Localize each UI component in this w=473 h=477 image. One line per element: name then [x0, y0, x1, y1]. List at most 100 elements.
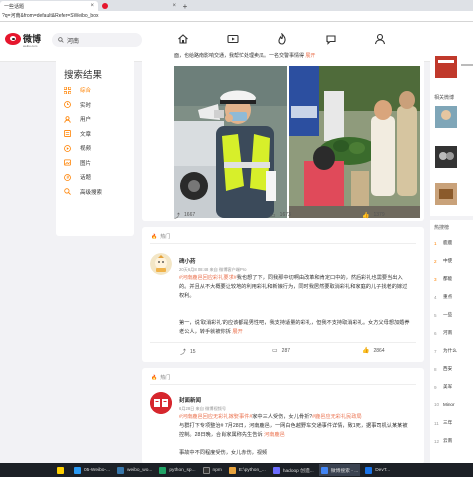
- topic-link[interactable]: #河南鹿邑回应无彩礼嫁娶事件#: [179, 414, 252, 420]
- hot-search-row[interactable]: 2 中使: [434, 258, 452, 264]
- expand-link[interactable]: 展开: [305, 53, 315, 59]
- hot-search-panel: 热搜榜 1 鹿鹿 2 中使 3 都能 4 重点 5 一些 6 河南 7 为什么 8 西安 9 美军…: [430, 220, 473, 465]
- close-tab-icon[interactable]: ×: [90, 3, 94, 9]
- hot-search-row[interactable]: 3 都能: [434, 276, 452, 282]
- play-icon: [64, 144, 71, 152]
- hot-search-title: 热搜榜: [434, 225, 450, 231]
- browser-tabbar: 一些话题 × × +: [0, 0, 473, 11]
- hot-search-row[interactable]: 12 云南: [434, 438, 452, 444]
- sidebar-item-label: 话题: [80, 175, 92, 182]
- sidebar-item-label: 图片: [80, 160, 92, 167]
- sidebar-item-all[interactable]: 综合: [56, 83, 134, 98]
- browser-tab-weibo[interactable]: ×: [98, 1, 180, 11]
- like-button[interactable]: 👍 2864: [362, 347, 385, 355]
- taskbar-item-app[interactable]: DevT...: [363, 464, 392, 476]
- close-tab-icon[interactable]: ×: [172, 3, 176, 9]
- avatar[interactable]: [150, 253, 172, 275]
- sidebar-item-topics[interactable]: # 话题: [56, 170, 134, 185]
- app-icon: [228, 466, 236, 474]
- app-icon: [365, 466, 373, 474]
- taskbar-item-app[interactable]: E:\python_...: [227, 464, 268, 476]
- browser-tab-active[interactable]: 一些话题 ×: [0, 1, 98, 11]
- rank-number: 12: [434, 438, 440, 444]
- comment-count: 1673: [279, 212, 291, 218]
- hot-search-row[interactable]: 11 三年: [434, 420, 452, 426]
- hot-tag: 🔥 热门: [151, 374, 171, 382]
- grid-icon: [64, 86, 71, 94]
- weibo-favicon-icon: [102, 3, 108, 9]
- logo-text: 微博: [23, 33, 42, 44]
- related-thumb-4[interactable]: [435, 183, 457, 205]
- profile-icon[interactable]: [374, 33, 386, 45]
- taskbar-item-app-active[interactable]: 微博搜索 - ...: [318, 464, 361, 476]
- sidebar-item-users[interactable]: 用户: [56, 112, 134, 127]
- user-name[interactable]: 碑小药: [179, 257, 196, 265]
- hot-search-text: Minor: [443, 402, 455, 407]
- rank-number: 9: [434, 384, 437, 390]
- hot-search-row[interactable]: 9 美军: [434, 384, 452, 390]
- location-link[interactable]: 河南鹿邑: [264, 432, 285, 438]
- topic-link[interactable]: 河南鹿邑回应彩礼要求#: [182, 275, 237, 281]
- message-icon[interactable]: [325, 33, 337, 45]
- search-query: 河南: [67, 38, 80, 45]
- comment-button[interactable]: ▭ 287: [272, 347, 290, 355]
- repost-icon: ⤴: [174, 213, 181, 220]
- post-text: #河南鹿邑回应彩礼要求#我也想了下，同我那中切啊由改革和肯定口中的，然后彩礼也需…: [179, 274, 411, 301]
- taskbar-item-app[interactable]: weibo_wo...: [115, 464, 154, 476]
- related-thumb-1[interactable]: [435, 56, 457, 78]
- advanced-search-icon: [64, 188, 71, 196]
- new-tab-button[interactable]: +: [180, 1, 190, 11]
- like-button[interactable]: 👍 1379: [362, 212, 385, 219]
- hot-search-row[interactable]: 10 Minor: [434, 402, 455, 407]
- post-photo-watermelon-stall[interactable]: [289, 66, 420, 218]
- divider: [150, 243, 416, 244]
- expand-link[interactable]: 展开: [232, 329, 242, 335]
- taskbar-label: 05-Weibo-...: [84, 467, 111, 473]
- app-icon: [74, 466, 81, 474]
- taskbar-item-app[interactable]: [55, 464, 69, 476]
- cover-news-logo: [150, 392, 172, 414]
- taskbar-item-app[interactable]: npm: [201, 464, 224, 476]
- comment-button[interactable]: ▭ 1673: [270, 212, 291, 219]
- taskbar-label: DevT...: [375, 467, 391, 473]
- hot-search-text: 云南: [443, 438, 453, 443]
- sidebar-item-images[interactable]: 图片: [56, 156, 134, 171]
- taskbar-item-app[interactable]: 05-Weibo-...: [72, 464, 112, 476]
- address-bar[interactable]: ?q=河南&from=default&Refer=SWeibo_box: [0, 11, 473, 22]
- sidebar-item-articles[interactable]: 文章: [56, 127, 134, 142]
- hot-search-row[interactable]: 6 河南: [434, 330, 452, 336]
- sidebar-item-videos[interactable]: 视频: [56, 141, 134, 156]
- weibo-logo[interactable]: 微博 weibo.com: [5, 33, 42, 48]
- topic-link[interactable]: #鹿邑应无彩礼民政局: [312, 414, 362, 420]
- sidebar-item-label: 文章: [80, 131, 92, 138]
- hot-label: 热门: [160, 234, 171, 240]
- hot-search-row[interactable]: 5 一些: [434, 312, 452, 318]
- user-name[interactable]: 封面新闻: [179, 396, 201, 404]
- post-text-third-paragraph: 事故中不同程度受伤，女儿赤伤，视频: [179, 450, 268, 456]
- hot-search-row[interactable]: 7 为什么: [434, 348, 457, 354]
- home-icon[interactable]: [177, 33, 189, 45]
- hot-search-row[interactable]: 8 西安: [434, 366, 452, 372]
- repost-button[interactable]: ⤴ 1667: [174, 211, 195, 220]
- taskbar-item-app[interactable]: python_sp...: [157, 464, 197, 476]
- hot-label: 热门: [160, 375, 171, 381]
- search-input[interactable]: 河南: [52, 33, 142, 47]
- sidebar-item-realtime[interactable]: 实时: [56, 98, 134, 113]
- taskbar-item-app[interactable]: hadoop 创造...: [271, 464, 316, 476]
- hot-icon[interactable]: [276, 33, 288, 45]
- post-photo-traffic-police[interactable]: [174, 66, 287, 218]
- sidebar-item-advanced-search[interactable]: 高级搜索: [56, 185, 134, 200]
- hot-search-row[interactable]: 1 鹿鹿: [434, 240, 452, 246]
- hot-search-row[interactable]: 4 重点: [434, 294, 452, 300]
- watermelon-stall-photo: [289, 66, 420, 218]
- avatar[interactable]: [150, 392, 172, 414]
- repost-button[interactable]: ⤴ 15: [180, 347, 196, 357]
- post-meta: 6月28日 来自 微博视频号: [179, 406, 227, 411]
- related-thumb-2[interactable]: [435, 106, 457, 128]
- rank-number: 2: [434, 258, 437, 264]
- repost-count: 15: [190, 348, 196, 355]
- app-icon: [320, 466, 328, 474]
- related-thumb-3[interactable]: [435, 146, 457, 168]
- video-icon[interactable]: [227, 33, 239, 45]
- user-icon: [64, 115, 71, 123]
